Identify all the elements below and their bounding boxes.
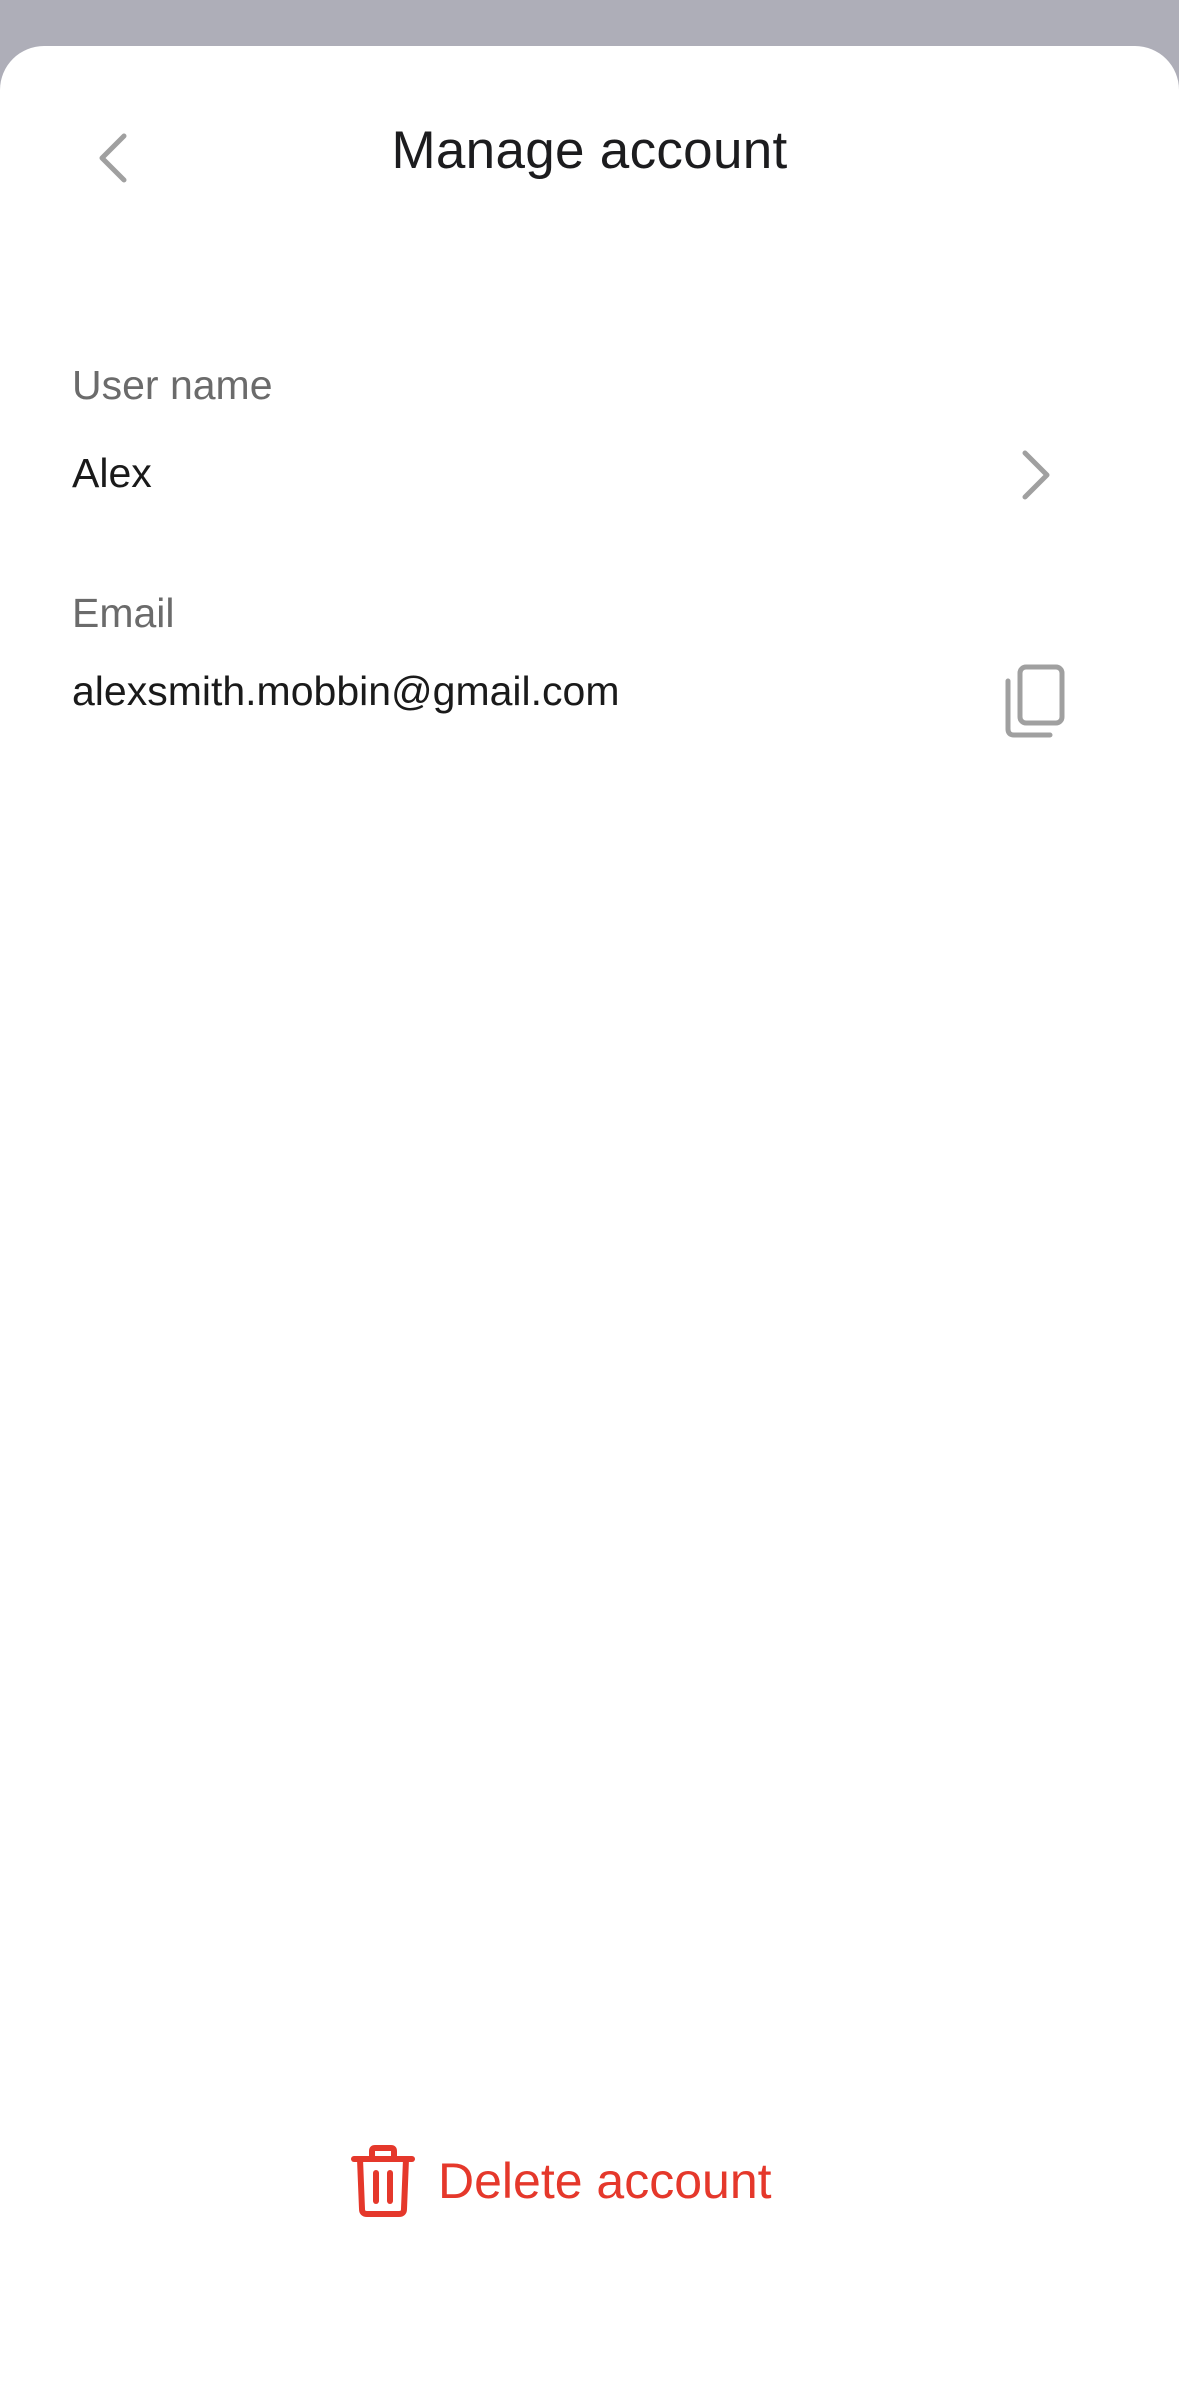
username-edit-button[interactable] [1000,440,1070,510]
username-row[interactable]: User name Alex [0,296,1179,500]
copy-icon [1005,664,1065,738]
manage-account-sheet: Manage account User name Alex Email alex… [0,46,1179,2396]
email-row: Email alexsmith.mobbin@gmail.com [0,526,1179,738]
email-value: alexsmith.mobbin@gmail.com [72,668,620,714]
header: Manage account [0,46,1179,260]
copy-email-button[interactable] [990,656,1080,746]
page-title: Manage account [391,121,788,180]
email-label: Email [72,590,175,636]
delete-account-label: Delete account [438,2153,772,2209]
delete-account-button[interactable]: Delete account [350,2136,830,2226]
chevron-right-icon [1022,450,1050,500]
username-label: User name [72,362,273,408]
trash-icon [351,2145,415,2217]
username-value: Alex [72,450,152,496]
